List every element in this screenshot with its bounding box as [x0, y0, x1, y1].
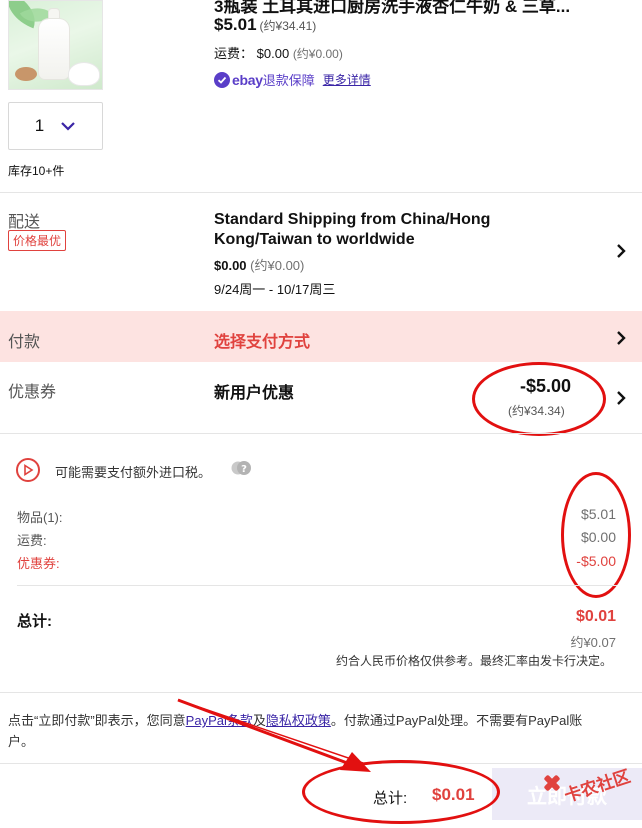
divider [0, 433, 642, 434]
terms-prefix: 点击“立即付款”即表示，您同意 [8, 713, 186, 728]
chevron-right-icon[interactable] [616, 390, 626, 406]
paypal-terms-link[interactable]: PayPal条款 [186, 713, 253, 728]
chevron-down-icon [60, 120, 76, 132]
bottle-shape [39, 19, 69, 79]
shipping-cost-value: $0.00 [214, 258, 247, 273]
quantity-select[interactable]: 1 [8, 102, 103, 150]
terms-and: 及 [252, 713, 266, 728]
shipping-fee-value: $0.00 [256, 46, 290, 61]
shipping-fee-label: 运费： [214, 46, 254, 61]
shipping-cost: $0.00 (约¥0.00) [214, 255, 304, 274]
summary-coupon-label: 优惠券: [17, 556, 60, 571]
quantity-value: 1 [34, 116, 45, 135]
ebay-logo: ebay [232, 71, 263, 88]
best-price-badge: 价格最优 [8, 230, 67, 251]
product-price-usd: $5.01 [214, 15, 257, 34]
money-back-guarantee: ebay 退款保障 更多详情 [214, 70, 371, 89]
product-price-cny: (约¥34.41) [259, 19, 317, 33]
watermark-text: 卡农社区 [562, 766, 633, 807]
payment-label: 付款 [8, 334, 41, 351]
divider [0, 692, 642, 693]
divider [17, 585, 617, 586]
terms-text: 点击“立即付款”即表示，您同意PayPal条款及隐私权政策。付款通过PayPal… [8, 710, 608, 752]
summary-shipping-value: $0.00 [580, 529, 616, 545]
annotation-circle [472, 362, 606, 436]
import-tax-note: 可能需要支付额外进口税。 [55, 465, 212, 480]
stock-text: 库存10+件 [8, 164, 65, 178]
coupon-amount: -$5.00 [520, 376, 572, 396]
payment-row[interactable] [0, 311, 642, 362]
svg-text:?: ? [241, 464, 247, 475]
divider [0, 192, 642, 193]
select-payment-method[interactable]: 选择支付方式 [214, 328, 310, 352]
watermark-logo: 卡农社区 [544, 766, 633, 807]
summary-shipping-label: 运费: [17, 533, 47, 548]
privacy-policy-link[interactable]: 隐私权政策 [266, 713, 331, 728]
delivery-dates: 9/24周一 - 10/17周三 [214, 282, 336, 297]
coupon-amount-cny: (约¥34.34) [508, 404, 565, 418]
chevron-right-icon[interactable] [616, 243, 626, 259]
milk-decoration [69, 63, 99, 85]
product-shipping-fee: 运费： $0.00 (约¥0.00) [214, 43, 343, 62]
more-details-link[interactable]: 更多详情 [323, 71, 371, 88]
import-tax-icon [16, 458, 40, 482]
summary-items-label: 物品(1): [17, 510, 63, 525]
coupon-label: 优惠券 [8, 384, 57, 401]
bottom-total-value: $0.01 [432, 785, 475, 804]
check-icon [214, 71, 230, 88]
coupon-name[interactable]: 新用户优惠 [214, 379, 294, 403]
summary-coupon-value: -$5.00 [576, 553, 616, 569]
summary-items-value: $5.01 [580, 506, 616, 522]
almond-decoration [15, 67, 37, 81]
guarantee-text: 退款保障 [262, 73, 315, 88]
chevron-right-icon[interactable] [616, 330, 626, 346]
shipping-label: 配送 [8, 214, 41, 231]
summary-total-cny: 约¥0.07 [570, 635, 616, 650]
summary-total-value: $0.01 [575, 608, 616, 625]
exchange-rate-note: 约合人民币价格仅供参考。最终汇率由发卡行决定。 [335, 654, 612, 668]
bottom-total-label: 总计: [373, 790, 408, 807]
shipping-method[interactable]: Standard Shipping from China/Hong Kong/T… [214, 210, 544, 250]
shipping-cost-cny: (约¥0.00) [250, 258, 305, 273]
product-price: $5.01 (约¥34.41) [214, 15, 316, 35]
product-image[interactable] [8, 0, 103, 90]
help-icon[interactable]: ? [230, 460, 252, 476]
summary-total-label: 总计: [17, 613, 52, 630]
shipping-fee-cny: (约¥0.00) [292, 47, 343, 61]
